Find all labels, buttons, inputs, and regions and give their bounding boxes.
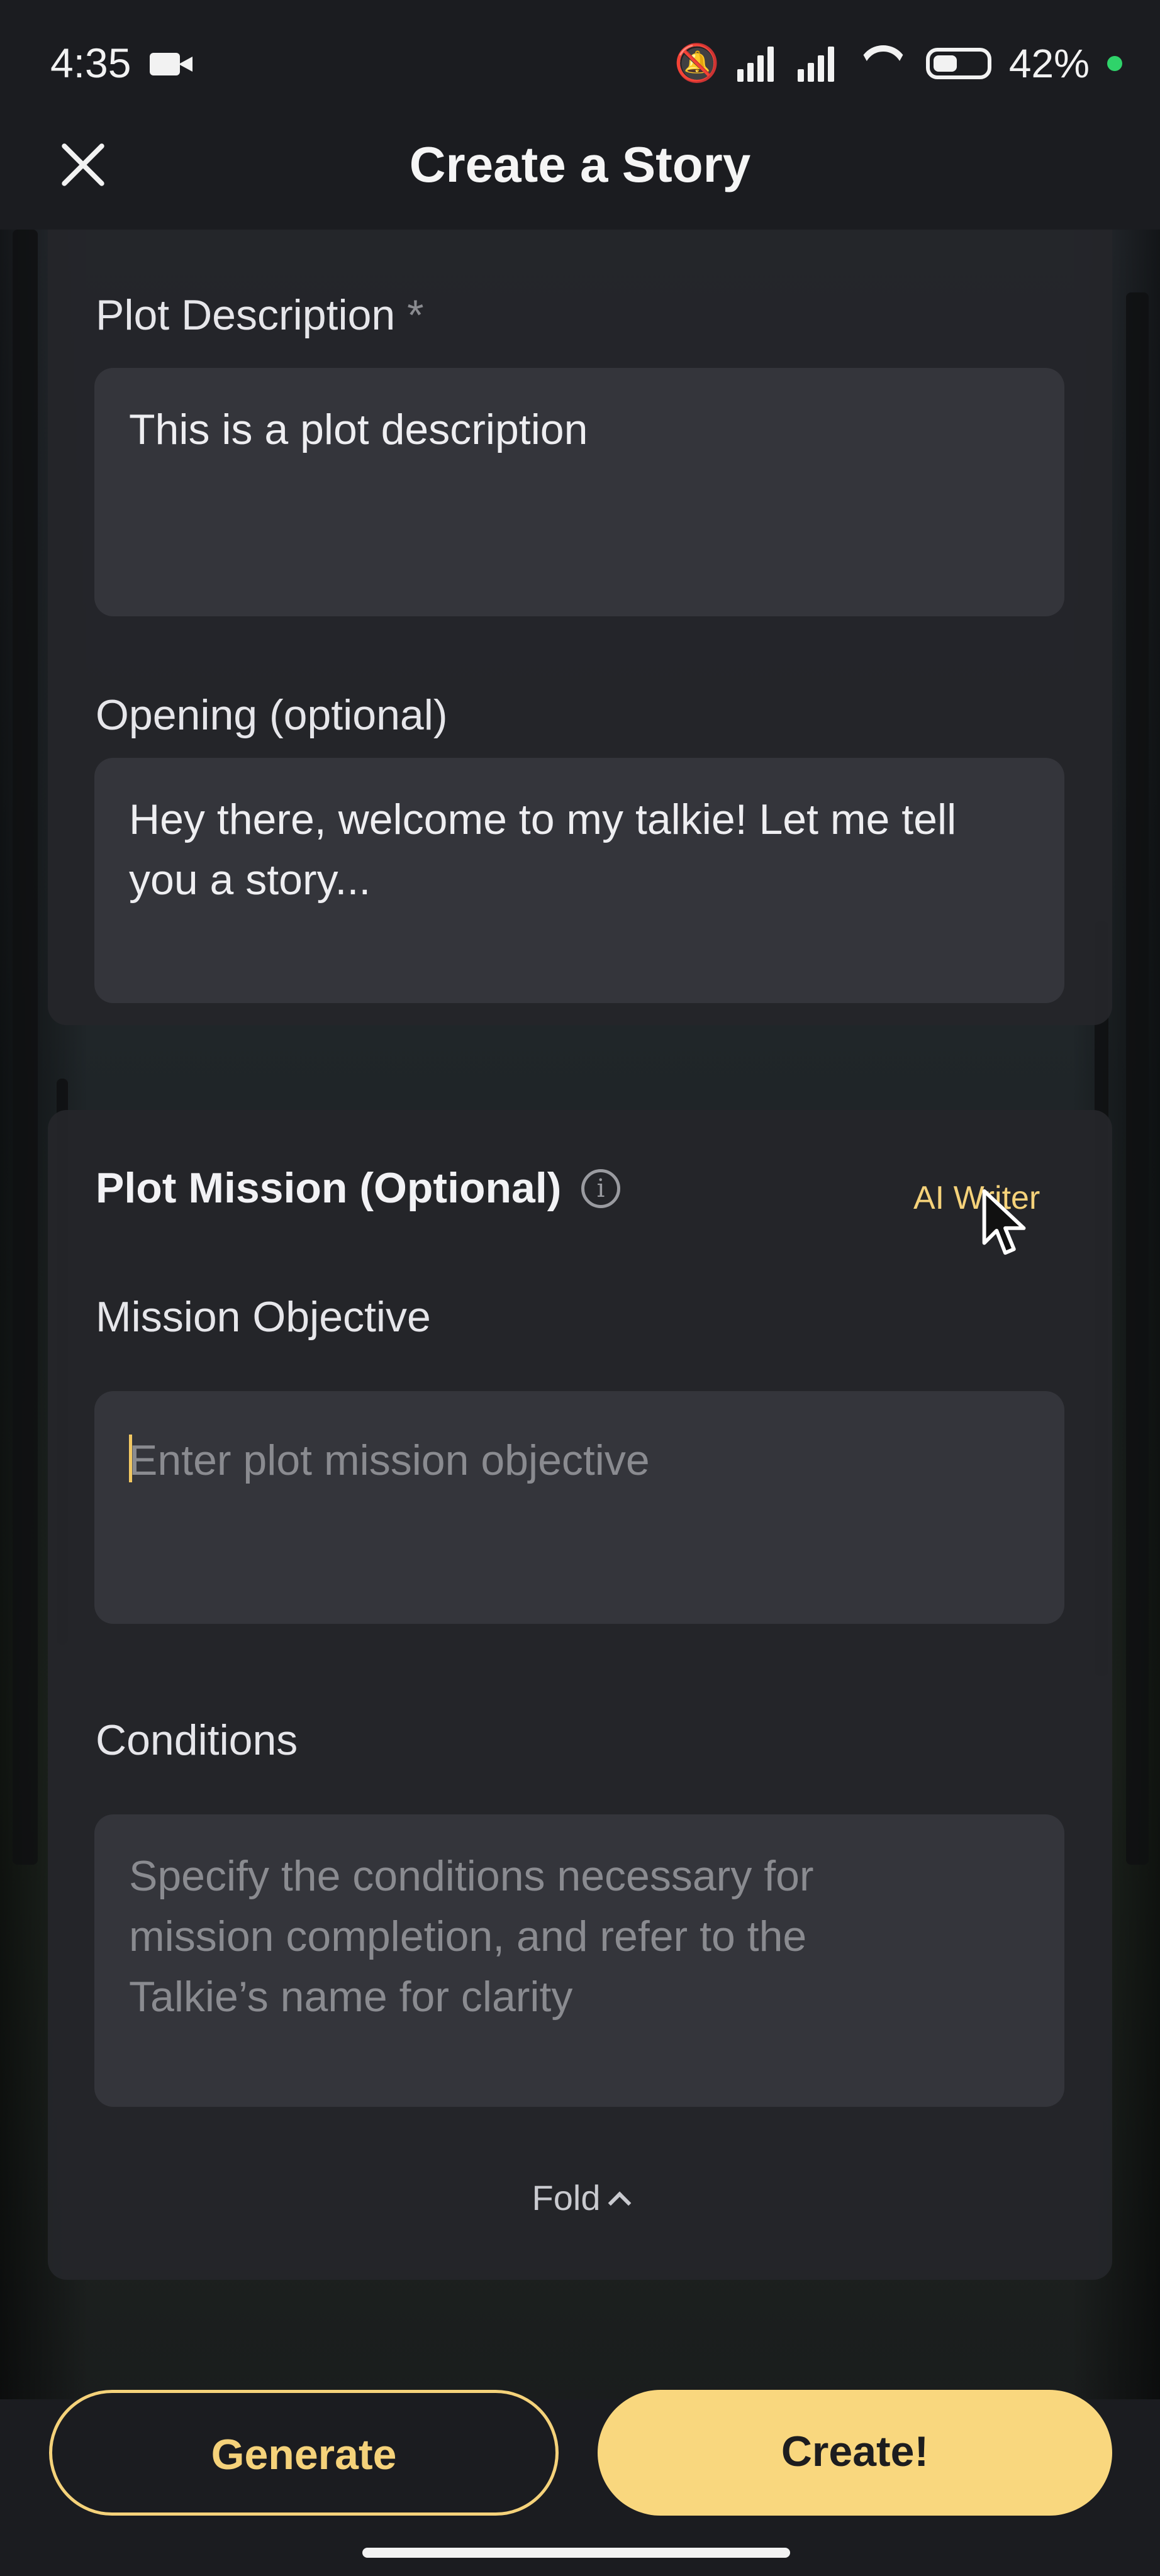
conditions-label: Conditions: [96, 1716, 298, 1764]
mission-objective-input[interactable]: Enter plot mission objective: [94, 1391, 1064, 1624]
create-button[interactable]: Create!: [598, 2390, 1112, 2516]
home-indicator[interactable]: [362, 2548, 790, 2558]
status-icons: 🔕 42%: [674, 40, 1122, 87]
conditions-input[interactable]: Specify the conditions necessary for mis…: [94, 1814, 1064, 2107]
status-bar: 4:35 🔕 42%: [0, 0, 1160, 132]
required-marker: *: [407, 291, 424, 339]
fold-toggle[interactable]: Fold: [0, 2177, 1160, 2218]
status-time: 4:35: [50, 40, 131, 86]
battery-percent: 42%: [1008, 41, 1090, 86]
signal-icon: [737, 45, 780, 82]
wifi-icon: [858, 45, 908, 82]
signal-icon: [797, 45, 840, 82]
info-icon[interactable]: i: [581, 1169, 620, 1208]
status-dot: [1107, 56, 1122, 71]
plot-description-field[interactable]: This is a plot description: [94, 368, 1064, 616]
plot-mission-title: Plot Mission (Optional): [96, 1164, 562, 1212]
close-icon[interactable]: [58, 140, 108, 190]
generate-button[interactable]: Generate: [49, 2390, 559, 2516]
chevron-up-icon: [608, 2191, 632, 2215]
opening-field[interactable]: Hey there, welcome to my talkie! Let me …: [94, 758, 1064, 1003]
page-title: Create a Story: [409, 136, 751, 192]
opening-label: Opening (optional): [96, 691, 448, 739]
plot-description-label: Plot Description *: [96, 291, 424, 339]
battery-icon: [925, 48, 991, 79]
video-camera-icon: [150, 53, 192, 75]
mission-objective-label: Mission Objective: [96, 1293, 431, 1341]
mouse-cursor-icon: [982, 1189, 1026, 1255]
mute-icon: 🔕: [674, 43, 720, 84]
